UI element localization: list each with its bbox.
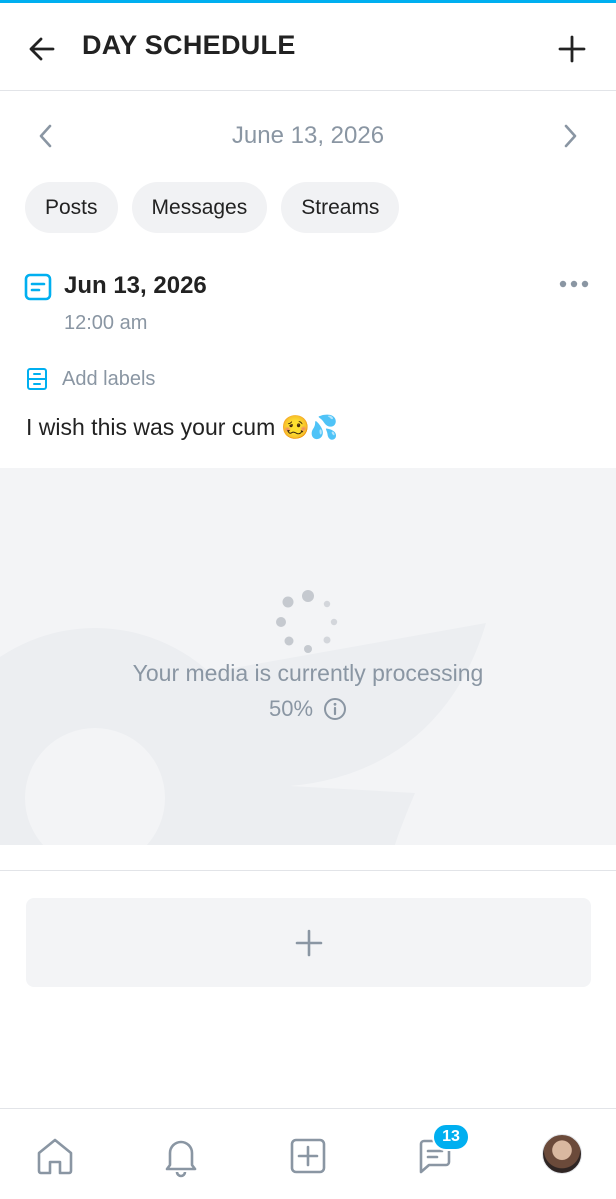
plus-square-icon	[290, 1138, 326, 1174]
avatar[interactable]	[542, 1134, 582, 1174]
bell-icon	[165, 1140, 197, 1178]
more-options-button[interactable]	[554, 270, 594, 298]
current-date: June 13, 2026	[231, 122, 385, 149]
post-header: Jun 13, 2026 12:00 am	[24, 270, 594, 340]
add-labels-label: Add labels	[62, 367, 156, 390]
add-post-button[interactable]	[26, 898, 591, 987]
post-time: 12:00 am	[64, 312, 148, 334]
post-caption-text: I wish this was your cum	[26, 414, 276, 440]
nav-create[interactable]	[283, 1131, 333, 1181]
filter-streams[interactable]: Streams	[281, 182, 400, 233]
more-horizontal-icon	[559, 280, 589, 288]
processing-status: Your media is currently processing	[132, 660, 484, 686]
chevron-right-icon	[564, 124, 577, 148]
nav-home[interactable]	[30, 1131, 80, 1181]
header: DAY SCHEDULE	[0, 3, 616, 91]
arrow-left-icon	[29, 37, 55, 61]
label-icon	[27, 368, 47, 390]
loading-spinner-icon	[276, 590, 338, 653]
media-placeholder: Your media is currently processing 50%	[0, 468, 616, 845]
add-labels-button[interactable]: Add labels	[26, 365, 155, 393]
plus-icon	[558, 35, 586, 63]
post-type-icon	[24, 273, 52, 301]
post-caption: I wish this was your cum 🥴💦	[26, 414, 339, 441]
post-date: Jun 13, 2026	[64, 272, 207, 299]
plus-icon	[295, 929, 322, 956]
filter-chips: Posts Messages Streams	[25, 182, 400, 233]
back-button[interactable]	[20, 29, 64, 69]
divider	[0, 870, 616, 871]
processing-percent: 50%	[268, 696, 314, 721]
post-caption-emoji: 🥴💦	[281, 414, 339, 440]
info-icon[interactable]	[323, 697, 347, 721]
processing-progress: 50%	[0, 696, 616, 722]
page-title: DAY SCHEDULE	[82, 30, 296, 60]
next-day-button[interactable]	[550, 116, 590, 156]
bottom-navigation: 13	[0, 1108, 616, 1199]
add-button[interactable]	[550, 27, 594, 71]
nav-notifications[interactable]	[156, 1131, 206, 1181]
filter-messages[interactable]: Messages	[131, 182, 268, 233]
messages-badge: 13	[432, 1123, 470, 1151]
home-icon	[37, 1138, 73, 1175]
filter-posts[interactable]: Posts	[25, 182, 118, 233]
date-navigator: June 13, 2026	[0, 110, 616, 164]
